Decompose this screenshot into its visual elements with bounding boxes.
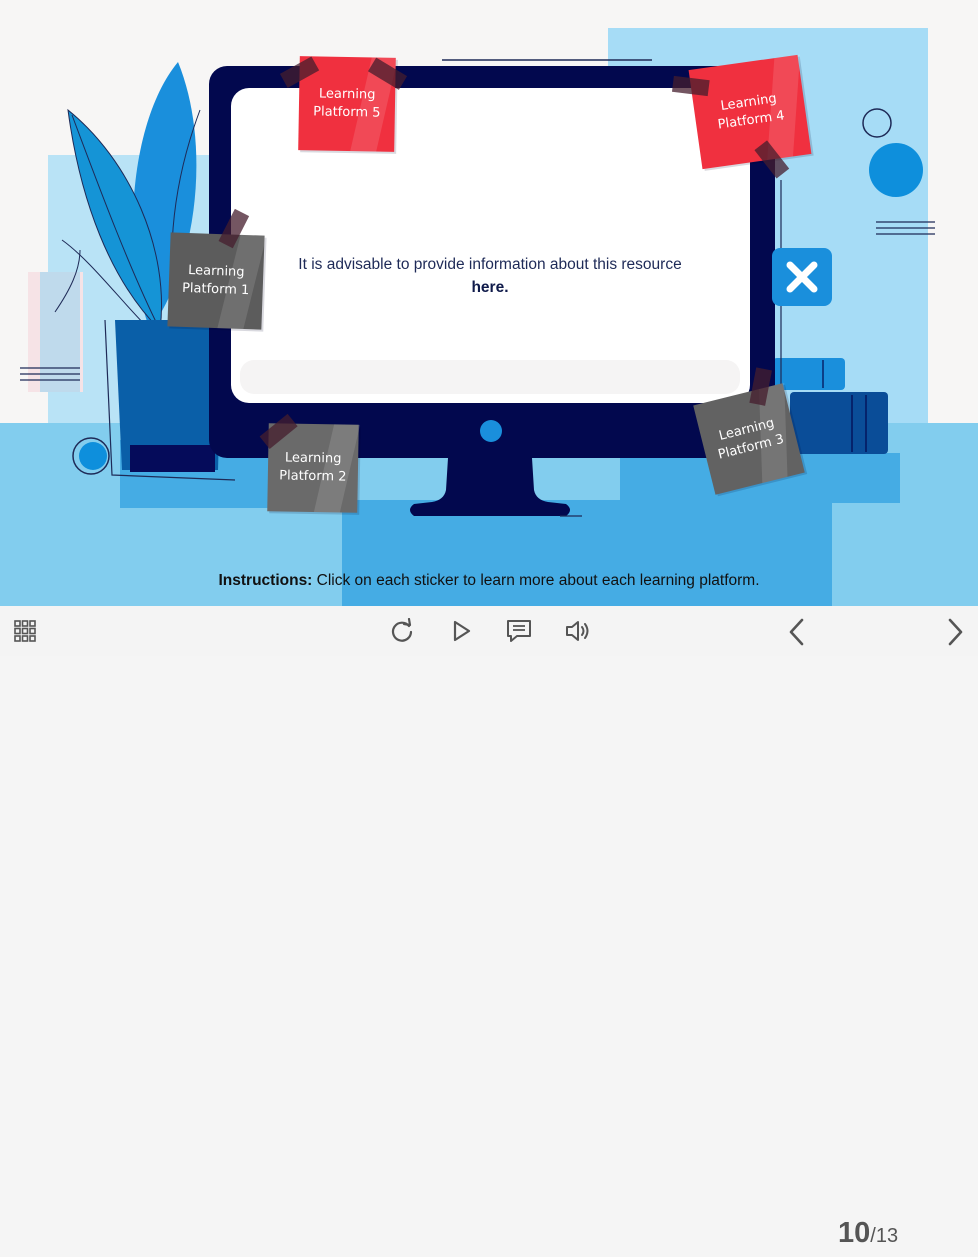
play-button[interactable] [446, 616, 476, 646]
notes-icon [507, 620, 531, 642]
instructions-label: Instructions: [218, 572, 313, 589]
sticker-label: Learning Platform 2 [279, 450, 347, 485]
sticker-learning-platform-1[interactable]: Learning Platform 1 [167, 208, 267, 330]
player-toolbar: 10 /13 [0, 606, 978, 1249]
instructions: Instructions: Click on each sticker to l… [0, 572, 978, 590]
resource-link[interactable]: here. [471, 279, 508, 296]
audio-button[interactable] [562, 616, 594, 646]
monitor [209, 66, 782, 517]
notes-button[interactable] [503, 616, 535, 646]
chevron-left-icon [789, 618, 804, 646]
sticker-label: Learning Platform 5 [313, 86, 381, 121]
current-slide: 10 [838, 1217, 871, 1249]
screen-message: It is advisable to provide information a… [290, 253, 690, 299]
play-icon [453, 620, 471, 642]
volume-icon [566, 621, 589, 641]
sticker-learning-platform-5[interactable]: Learning Platform 5 [279, 56, 408, 152]
replay-icon [391, 618, 413, 642]
close-button[interactable] [772, 248, 832, 306]
grid-menu-icon [14, 620, 36, 642]
next-slide-button[interactable] [940, 616, 970, 648]
replay-button[interactable] [387, 616, 417, 646]
sticker-learning-platform-4[interactable]: Learning Platform 4 [671, 54, 812, 179]
total-slides: /13 [870, 1225, 899, 1247]
previous-slide-button[interactable] [782, 616, 812, 648]
screen-message-text: It is advisable to provide information a… [298, 256, 682, 273]
sticker-learning-platform-2[interactable]: Learning Platform 2 [259, 413, 361, 513]
sticker-label: Learning Platform 1 [181, 263, 250, 299]
slide-counter: 10 /13 [838, 1217, 898, 1257]
menu-button[interactable] [10, 616, 40, 646]
close-icon [786, 261, 818, 293]
slide-stage: It is advisable to provide information a… [0, 0, 978, 606]
instructions-text: Click on each sticker to learn more abou… [316, 572, 760, 589]
chevron-right-icon [948, 618, 963, 646]
